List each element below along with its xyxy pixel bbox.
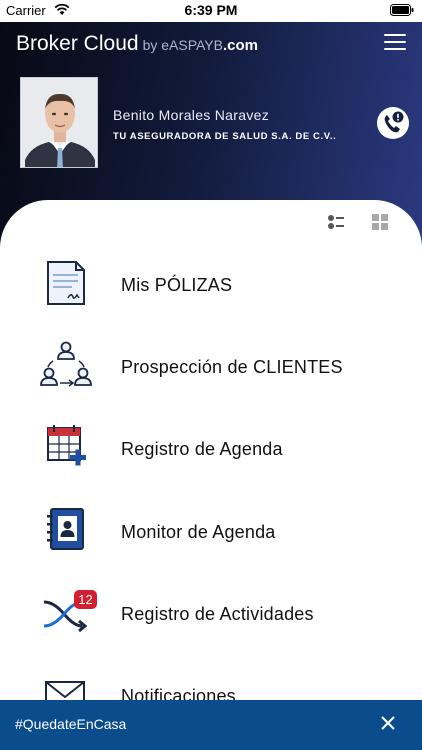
hamburger-icon[interactable]	[384, 34, 406, 52]
banner-text: #QuedateEnCasa	[15, 716, 127, 732]
notification-badge: 12	[74, 590, 97, 609]
battery-icon	[390, 4, 414, 16]
menu-item-label: Mis PÓLIZAS	[121, 275, 233, 295]
menu-item-registro-agenda[interactable]: Registro de Agenda	[0, 423, 422, 493]
avatar	[20, 77, 98, 168]
calendar-add-icon	[40, 423, 92, 475]
menu-item-label: Prospección de CLIENTES	[121, 357, 343, 377]
brand-domain: .com	[222, 37, 258, 54]
brand-title: Broker Cloud by eASPAYB.com	[16, 32, 258, 56]
policy-document-icon	[40, 259, 92, 311]
menu-item-monitor-agenda[interactable]: Monitor de Agenda	[0, 506, 422, 576]
close-icon[interactable]	[378, 713, 398, 733]
badge-count: 12	[78, 592, 93, 607]
menu-item-polizas[interactable]: Mis PÓLIZAS	[0, 259, 422, 329]
menu-item-label: Registro de Agenda	[121, 439, 283, 459]
status-bar: Carrier 6:39 PM	[0, 0, 422, 22]
menu-item-label: Monitor de Agenda	[121, 522, 276, 542]
brand-by: by eASPAYB	[142, 37, 223, 53]
menu-item-prospeccion[interactable]: Prospección de CLIENTES	[0, 341, 422, 411]
address-book-icon	[40, 506, 92, 558]
people-cycle-icon	[40, 341, 92, 393]
menu-item-label: Registro de Actividades	[121, 604, 314, 624]
clock: 6:39 PM	[184, 2, 238, 18]
user-name: Benito Morales Naravez	[113, 107, 269, 123]
phone-alert-icon[interactable]	[377, 107, 409, 139]
list-view-icon[interactable]	[327, 213, 345, 231]
user-company: TU ASEGURADORA DE SALUD S.A. DE C.V..	[113, 131, 337, 142]
menu-item-registro-actividades[interactable]: 12 Registro de Actividades	[0, 588, 422, 658]
hashtag-banner: #QuedateEnCasa	[0, 700, 422, 750]
grid-view-icon[interactable]	[371, 213, 389, 231]
brand-main: Broker Cloud	[16, 32, 139, 55]
